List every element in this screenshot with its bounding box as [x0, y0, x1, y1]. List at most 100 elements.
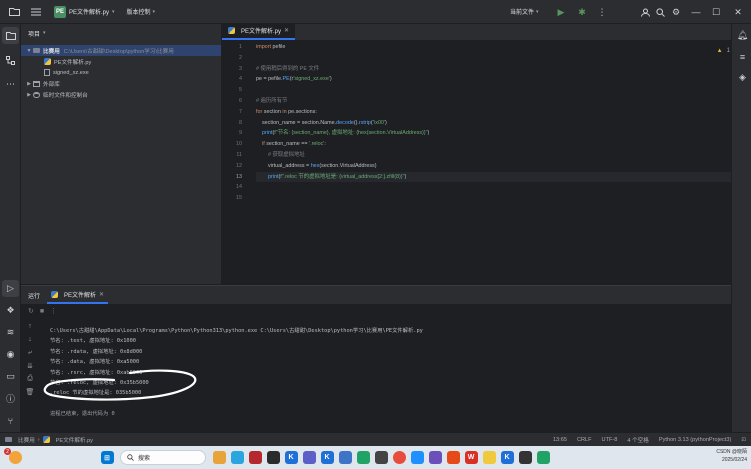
problems-icon[interactable]: ⓘ [2, 390, 19, 407]
line-number[interactable]: 15 [222, 193, 246, 204]
git-icon[interactable]: ⑂ [2, 412, 19, 429]
line-number[interactable]: 13 [222, 172, 246, 183]
line-number[interactable]: 9 [222, 128, 246, 139]
app-icon-chrome[interactable] [392, 451, 406, 464]
app-icon-red[interactable] [248, 451, 262, 464]
minimize-icon[interactable]: — [688, 4, 704, 20]
project-widget[interactable]: PE PE文件解析.py ▾ [54, 5, 115, 18]
taskbar-search-box[interactable]: 搜索 [120, 450, 206, 465]
code-line[interactable]: for section in pe.sections: [256, 107, 731, 118]
line-number[interactable]: 14 [222, 182, 246, 193]
app-icon-purple[interactable] [302, 451, 316, 464]
app-icon-terminal[interactable] [374, 451, 388, 464]
rerun-icon[interactable]: ↻ [28, 307, 34, 315]
breadcrumb[interactable]: 比赛用 › PE文件解析.py [0, 436, 98, 444]
indent-setting[interactable]: 4 个空格 [622, 436, 653, 444]
app-icon-k3[interactable]: K [500, 451, 514, 464]
line-number[interactable]: 7 [222, 107, 246, 118]
app-icon-k2[interactable]: K [320, 451, 334, 464]
code-line[interactable] [256, 85, 731, 96]
code-line[interactable]: virtual_address = hex(section.VirtualAdd… [256, 161, 731, 172]
line-number[interactable]: 8 [222, 118, 246, 129]
code-line[interactable] [256, 182, 731, 193]
code-line[interactable]: # 遍历所有节 [256, 96, 731, 107]
tree-item-external-libraries[interactable]: ▶ 外部库 [21, 78, 221, 89]
app-icon-blue[interactable] [338, 451, 352, 464]
tree-item-scratches[interactable]: ▶ 临时文件和控制台 [21, 89, 221, 100]
more-icon[interactable]: ⋮ [50, 307, 57, 315]
code-line[interactable]: # 使用稍后得到的 PE 文件 [256, 64, 731, 75]
debug-icon[interactable]: ✱ [574, 4, 590, 20]
line-number[interactable]: 6 [222, 96, 246, 107]
line-number[interactable]: 10 [222, 139, 246, 150]
file-encoding[interactable]: UTF-8 [597, 437, 623, 443]
stop-icon[interactable]: ■ [40, 308, 44, 315]
database-icon[interactable]: ≡ [734, 48, 751, 65]
tree-item-root-folder[interactable]: ▼ 比赛用 C:\Users\古甜甜\Desktop\python学习\比赛用 [21, 45, 221, 56]
line-number[interactable]: 12 [222, 161, 246, 172]
project-tool-icon[interactable] [2, 27, 19, 44]
services-icon[interactable]: ◉ [2, 346, 19, 363]
app-icon-w[interactable]: W [464, 451, 478, 464]
weather-widget[interactable]: 2 [4, 448, 24, 464]
project-panel-header[interactable]: 项目 ▾ [21, 24, 221, 42]
more-tools-icon[interactable]: ⋯ [2, 76, 19, 93]
tree-item-py-file[interactable]: PE文件解析.py [21, 56, 221, 67]
notifications-icon[interactable]: 🔔︎ [734, 27, 751, 44]
app-icon-wechat[interactable] [410, 451, 424, 464]
layers-icon[interactable]: ≋ [2, 324, 19, 341]
code-line[interactable]: import pefile [256, 42, 731, 53]
app-icon-violet[interactable] [428, 451, 442, 464]
editor-tab[interactable]: PE文件解析.py ✕ [222, 23, 296, 40]
app-icon-dark[interactable] [518, 451, 532, 464]
app-icon-folder[interactable] [212, 451, 226, 464]
code-line[interactable] [256, 53, 731, 64]
ai-assistant-icon[interactable]: ◈ [734, 69, 751, 86]
app-icon-pycharm[interactable] [356, 451, 370, 464]
structure-tool-icon[interactable] [2, 52, 19, 69]
line-number[interactable]: 5 [222, 85, 246, 96]
settings-gear-icon[interactable]: ⚙ [668, 4, 684, 20]
code-line[interactable]: pe = pefile.PE(r'signed_xz.exe') [256, 74, 731, 85]
line-number[interactable]: 11 [222, 150, 246, 161]
close-icon[interactable]: ✕ [99, 291, 104, 298]
code-line[interactable]: # 获取虚拟地址 [256, 150, 731, 161]
vcs-widget[interactable]: 版本控制 ▾ [127, 7, 156, 17]
cursor-position[interactable]: 13:65 [548, 437, 572, 443]
main-menu-icon[interactable] [28, 4, 44, 20]
system-tray[interactable]: CSDN @晓陌 2025/02/24 [716, 448, 747, 464]
close-icon[interactable]: ✕ [730, 4, 746, 20]
line-number[interactable]: 4 [222, 74, 246, 85]
folder-icon[interactable] [6, 4, 22, 20]
run-config-selector[interactable]: 当前文件 ▾ [510, 7, 539, 17]
line-number[interactable]: 2 [222, 53, 246, 64]
app-icon-edge[interactable] [230, 451, 244, 464]
soft-wrap-icon[interactable]: ⤶ [23, 346, 37, 359]
lock-icon[interactable]: ⊡ [736, 437, 751, 443]
python-packages-icon[interactable]: ❖ [2, 302, 19, 319]
code-line[interactable]: section_name = section.Name.decode().rst… [256, 118, 731, 129]
code-area[interactable]: import pefile # 使用稍后得到的 PE 文件 pe = pefile.… [256, 42, 731, 204]
code-line[interactable]: if section_name == '.reloc': [256, 139, 731, 150]
arrow-down-icon[interactable]: ↓ [23, 333, 37, 346]
maximize-icon[interactable]: ☐ [708, 4, 724, 20]
arrow-up-icon[interactable]: ↑ [23, 320, 37, 333]
app-icon-steam[interactable] [266, 451, 280, 464]
windows-start-icon[interactable]: ⊞ [100, 451, 114, 464]
run-tool-icon[interactable]: ▷ [2, 280, 19, 297]
run-tab[interactable]: PE文件解析 ✕ [47, 286, 109, 304]
code-line[interactable]: print(f"节名: {section_name}, 虚拟地址: {hex(s… [256, 128, 731, 139]
tree-item-exe-file[interactable]: signed_xz.exe [21, 67, 221, 78]
app-icon-k[interactable]: K [284, 451, 298, 464]
line-separator[interactable]: CRLF [572, 437, 597, 443]
app-icon-yellow[interactable] [482, 451, 496, 464]
breadcrumb-root[interactable]: 比赛用 [18, 436, 35, 444]
app-icon-green[interactable] [536, 451, 550, 464]
search-icon[interactable] [652, 4, 668, 20]
breadcrumb-file[interactable]: PE文件解析.py [56, 436, 93, 444]
python-interpreter[interactable]: Python 3.13 (pythonProject3) [654, 437, 736, 443]
code-line[interactable] [256, 193, 731, 204]
close-icon[interactable]: ✕ [284, 27, 289, 34]
line-number[interactable]: 3 [222, 64, 246, 75]
app-icon-orange[interactable] [446, 451, 460, 464]
